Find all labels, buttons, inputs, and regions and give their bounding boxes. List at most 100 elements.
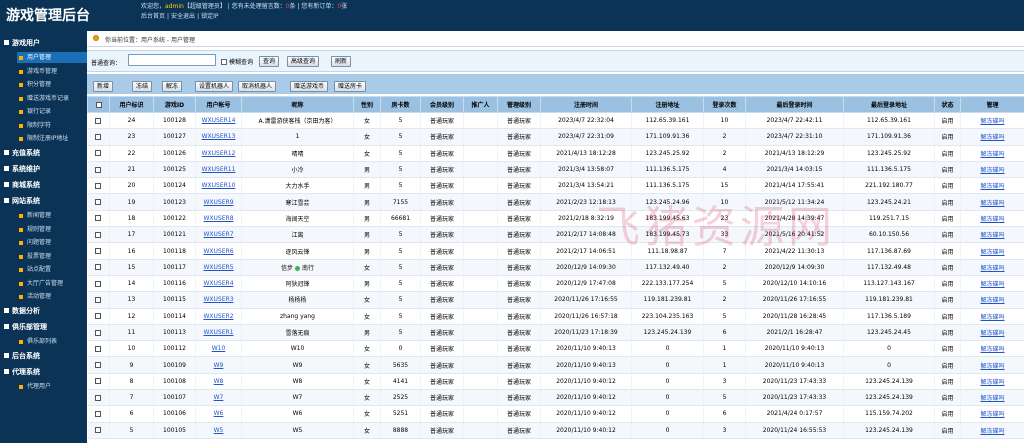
sidebar-item-club-list[interactable]: 俱乐部列表 xyxy=(17,336,87,347)
account-link[interactable]: W5 xyxy=(195,422,242,439)
row-checkbox[interactable] xyxy=(87,389,110,407)
checkbox-icon[interactable] xyxy=(95,329,102,336)
row-action-link[interactable]: 解冻碟吗 xyxy=(980,200,1004,207)
account-link-text[interactable]: WXUSER7 xyxy=(203,231,233,238)
sidebar-item-lobby-ads[interactable]: 大厅广告管理 xyxy=(17,278,87,289)
checkbox-icon[interactable] xyxy=(95,117,102,124)
sidebar-item-agent-users[interactable]: 代理用户 xyxy=(17,381,87,392)
table-row[interactable]: 24 100128 WXUSER14 A.潇雷游侠客栈（京田为客）女 5 普通玩家 普通玩家… xyxy=(87,112,1024,130)
row-checkbox[interactable] xyxy=(87,324,110,342)
unfreeze-button[interactable]: 解冻 xyxy=(162,81,183,92)
row-action-link[interactable]: 解冻碟吗 xyxy=(980,330,1004,337)
gift-room-cards-button[interactable]: 赠送房卡 xyxy=(334,81,367,92)
account-link[interactable]: WXUSER6 xyxy=(195,242,242,260)
account-link[interactable]: WXUSER1 xyxy=(195,324,242,342)
row-checkbox[interactable] xyxy=(87,275,110,293)
row-actions[interactable]: 解冻碟吗 xyxy=(960,242,1024,260)
fuzzy-search-checkbox[interactable]: 模糊查询 xyxy=(221,57,253,66)
row-action-link[interactable]: 解冻碟吗 xyxy=(980,379,1004,386)
account-link-text[interactable]: WXUSER13 xyxy=(202,133,236,140)
checkbox-icon[interactable] xyxy=(95,296,102,303)
account-link[interactable]: WXUSER9 xyxy=(195,193,242,211)
row-actions[interactable]: 解冻碟吗 xyxy=(960,356,1024,374)
row-actions[interactable]: 解冻碟吗 xyxy=(960,373,1024,391)
checkbox-icon[interactable] xyxy=(95,427,102,434)
account-link-text[interactable]: WXUSER6 xyxy=(203,248,233,255)
sidebar-item-user-management[interactable]: 用户管理 xyxy=(17,52,87,63)
row-actions[interactable]: 解冻碟吗 xyxy=(960,128,1024,146)
sidebar-item-restricted-chars[interactable]: 限制字符 xyxy=(17,120,87,131)
checkbox-icon[interactable] xyxy=(95,215,102,222)
row-actions[interactable]: 解冻碟吗 xyxy=(960,226,1024,244)
table-row[interactable]: 8 100108 W8 W8 女 4141 普通玩家 普通玩家 2020/11/10 9:40:… xyxy=(87,373,1024,391)
table-row[interactable]: 22 100126 WXUSER12 晴晴女 5 普通玩家 普通玩家 2021/4/13 18… xyxy=(87,145,1024,162)
account-link[interactable]: WXUSER14 xyxy=(195,112,242,130)
row-checkbox[interactable] xyxy=(87,356,110,374)
row-action-link[interactable]: 解冻碟吗 xyxy=(980,395,1004,402)
table-row[interactable]: 20 100124 WXUSER10 大力水手男 5 普通玩家 普通玩家 2021/3/4 1… xyxy=(87,177,1024,195)
table-row[interactable]: 23 100127 WXUSER13 1 女 5 普通玩家 普通玩家 2023/4/7 22:3… xyxy=(87,128,1024,146)
row-checkbox[interactable] xyxy=(87,193,110,211)
row-actions[interactable]: 解冻碟吗 xyxy=(960,405,1024,423)
checkbox-icon[interactable] xyxy=(95,150,102,157)
table-row[interactable]: 12 100114 WXUSER2 zhang yang 女 5 普通玩家 普通玩家 2020/… xyxy=(87,308,1024,325)
checkbox-icon[interactable] xyxy=(95,264,102,271)
table-row[interactable]: 21 100125 WXUSER11 小冷男 5 普通玩家 普通玩家 2021/3/4 13:… xyxy=(87,161,1024,179)
checkbox-icon[interactable] xyxy=(95,248,102,255)
row-actions[interactable]: 解冻碟吗 xyxy=(960,259,1024,276)
account-link-text[interactable]: WXUSER3 xyxy=(203,296,233,303)
row-checkbox[interactable] xyxy=(87,128,110,146)
row-checkbox[interactable] xyxy=(87,145,110,162)
row-checkbox[interactable] xyxy=(87,210,110,228)
lock-ip-link[interactable]: 锁定IP xyxy=(201,13,218,20)
account-link-text[interactable]: W9 xyxy=(214,362,224,369)
account-link[interactable]: W8 xyxy=(195,373,242,391)
sidebar-item-points-management[interactable]: 积分管理 xyxy=(17,79,87,90)
row-actions[interactable]: 解冻碟吗 xyxy=(960,112,1024,130)
checkbox-icon[interactable] xyxy=(95,378,102,385)
advanced-query-button[interactable]: 高级查询 xyxy=(287,56,320,67)
account-link-text[interactable]: W7 xyxy=(214,394,224,401)
sidebar-group-game-users[interactable]: 游戏用户 xyxy=(4,38,40,48)
sidebar-group-agent[interactable]: 代理系统 xyxy=(4,367,40,377)
home-link[interactable]: 后台首页 xyxy=(141,13,165,20)
row-actions[interactable]: 解冻碟吗 xyxy=(960,340,1024,358)
row-action-link[interactable]: 解冻碟吗 xyxy=(980,346,1004,353)
search-input[interactable] xyxy=(128,54,216,66)
row-checkbox[interactable] xyxy=(87,242,110,260)
row-checkbox[interactable] xyxy=(87,112,110,130)
table-row[interactable]: 14 100116 WXUSER4 阿狄冠锋男 5 普通玩家 普通玩家 2020/12/9 1… xyxy=(87,275,1024,293)
account-link-text[interactable]: W8 xyxy=(214,378,224,385)
row-action-link[interactable]: 解冻碟吗 xyxy=(980,232,1004,239)
row-action-link[interactable]: 解冻碟吗 xyxy=(980,411,1004,418)
row-action-link[interactable]: 解冻碟吗 xyxy=(980,167,1004,174)
table-row[interactable]: 11 100113 WXUSER1 雪落无痕男 5 普通玩家 普通玩家 2020/11/23 … xyxy=(87,324,1024,342)
logout-link[interactable]: 安全退出 xyxy=(171,13,195,20)
account-link-text[interactable]: W5 xyxy=(214,427,224,434)
table-row[interactable]: 7 100107 W7 W7 女 2525 普通玩家 普通玩家 2020/11/10 9:40:… xyxy=(87,389,1024,407)
checkbox-icon[interactable] xyxy=(95,182,102,189)
checkbox-icon[interactable] xyxy=(95,166,102,173)
sidebar-item-events[interactable]: 活动管理 xyxy=(17,291,87,302)
row-action-link[interactable]: 解冻碟吗 xyxy=(980,249,1004,256)
account-link[interactable]: WXUSER7 xyxy=(195,226,242,244)
checkbox-icon[interactable] xyxy=(95,362,102,369)
row-actions[interactable]: 解冻碟吗 xyxy=(960,145,1024,162)
table-row[interactable]: 9 100109 W9 W9 女 5635 普通玩家 普通玩家 2020/11/10 9:40:… xyxy=(87,356,1024,374)
row-actions[interactable]: 解冻碟吗 xyxy=(960,389,1024,407)
checkbox-icon[interactable] xyxy=(95,231,102,238)
row-checkbox[interactable] xyxy=(87,308,110,325)
row-action-link[interactable]: 解冻碟吗 xyxy=(980,281,1004,288)
checkbox-icon[interactable] xyxy=(95,394,102,401)
account-link[interactable]: W9 xyxy=(195,356,242,374)
table-row[interactable]: 17 100121 WXUSER7 江离男 5 普通玩家 普通玩家 2021/2/17 14:… xyxy=(87,226,1024,244)
row-checkbox[interactable] xyxy=(87,161,110,179)
account-link[interactable]: WXUSER3 xyxy=(195,291,242,309)
sidebar-group-maintenance[interactable]: 系统维护 xyxy=(4,164,40,174)
row-checkbox[interactable] xyxy=(87,373,110,391)
sidebar-group-mall[interactable]: 商城系统 xyxy=(4,180,40,190)
account-link[interactable]: WXUSER2 xyxy=(195,308,242,325)
row-action-link[interactable]: 解冻碟吗 xyxy=(980,134,1004,141)
row-action-link[interactable]: 解冻碟吗 xyxy=(980,363,1004,370)
row-checkbox[interactable] xyxy=(87,291,110,309)
